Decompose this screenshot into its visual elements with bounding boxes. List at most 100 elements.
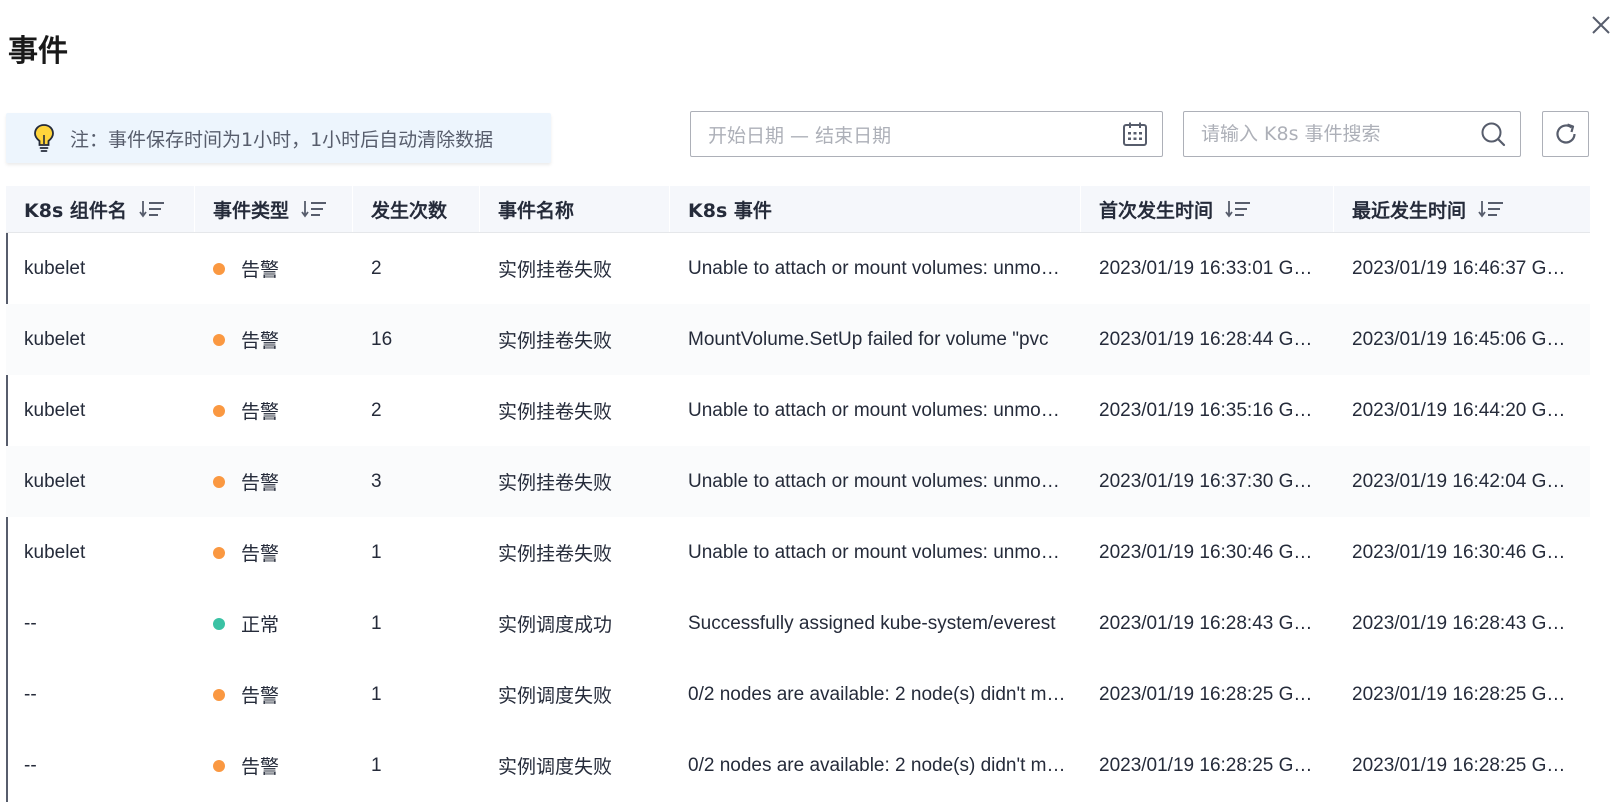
component-text: --	[24, 612, 37, 634]
component-text: kubelet	[24, 399, 86, 421]
search-icon[interactable]	[1480, 121, 1506, 147]
dialog-title: 事件	[8, 34, 68, 69]
last-time-text: 2023/01/19 16:46:37 GMT+08:00	[1352, 257, 1570, 279]
type-text: 告警	[241, 472, 280, 494]
last-time-text: 2023/01/19 16:42:04 GMT+08:00	[1352, 470, 1570, 492]
type-text: 正常	[241, 614, 280, 636]
sort-icon[interactable]	[301, 199, 327, 219]
component-text: --	[24, 683, 37, 705]
last-time-cell: 2023/01/19 16:28:43 GMT+08:00	[1334, 588, 1590, 659]
close-button[interactable]	[1584, 8, 1617, 42]
column-header-label: K8s 组件名	[24, 199, 127, 222]
first-time-text: 2023/01/19 16:30:46 GMT+08:00	[1099, 541, 1313, 563]
type-cell: 告警	[195, 304, 353, 375]
first-time-text: 2023/01/19 16:33:01 GMT+08:00	[1099, 257, 1313, 279]
notice-text: 注：事件保存时间为1小时，1小时后自动清除数据	[70, 128, 494, 151]
sort-icon[interactable]	[1225, 199, 1251, 219]
first-time-text: 2023/01/19 16:28:25 GMT+08:00	[1099, 683, 1313, 705]
event-name-text: 实例调度失败	[498, 756, 613, 778]
type-cell: 告警	[195, 730, 353, 801]
event-name-text: 实例挂卷失败	[498, 472, 613, 494]
count-text: 16	[371, 328, 393, 350]
component-cell: --	[6, 588, 195, 659]
event-name-text: 实例挂卷失败	[498, 401, 613, 423]
k8s-event-cell: 0/2 nodes are available: 2 node(s) didn'…	[670, 659, 1081, 730]
k8s-event-cell: MountVolume.SetUp failed for volume "pvc	[670, 304, 1081, 375]
event-name-cell: 实例挂卷失败	[480, 233, 670, 304]
event-name-cell: 实例调度失败	[480, 659, 670, 730]
component-cell: kubelet	[6, 233, 195, 304]
component-cell: kubelet	[6, 375, 195, 446]
event-name-cell: 实例挂卷失败	[480, 375, 670, 446]
count-cell: 3	[353, 446, 480, 517]
status-dot	[213, 333, 225, 346]
event-name-text: 实例调度成功	[498, 614, 613, 636]
retention-notice: 注：事件保存时间为1小时，1小时后自动清除数据	[6, 113, 551, 163]
count-cell: 1	[353, 659, 480, 730]
component-text: kubelet	[24, 257, 86, 279]
table-row: kubelet 告警 2 实例挂卷失败 Unable to attach or moun…	[6, 233, 1590, 304]
last-time-cell: 2023/01/19 16:45:06 GMT+08:00	[1334, 304, 1590, 375]
calendar-icon	[1123, 122, 1147, 146]
event-name-cell: 实例调度成功	[480, 588, 670, 659]
component-cell: --	[6, 659, 195, 730]
last-time-text: 2023/01/19 16:45:06 GMT+08:00	[1352, 328, 1570, 350]
first-time-text: 2023/01/19 16:35:16 GMT+08:00	[1099, 399, 1313, 421]
first-time-cell: 2023/01/19 16:28:25 GMT+08:00	[1081, 730, 1334, 801]
table-row: kubelet 告警 2 实例挂卷失败 Unable to attach or moun…	[6, 375, 1590, 446]
component-text: kubelet	[24, 470, 86, 492]
type-text: 告警	[241, 401, 280, 423]
k8s-event-cell: Unable to attach or mount volumes: unmou…	[670, 517, 1081, 588]
date-range-picker[interactable]: 开始日期 — 结束日期	[690, 111, 1163, 157]
table-row: -- 正常 1 实例调度成功 Successfully assigned kube-sy…	[6, 588, 1590, 659]
last-time-text: 2023/01/19 16:30:46 GMT+08:00	[1352, 541, 1570, 563]
status-dot	[213, 688, 225, 701]
event-search-box[interactable]	[1183, 111, 1521, 157]
k8s-event-cell: Successfully assigned kube-system/everes…	[670, 588, 1081, 659]
first-time-text: 2023/01/19 16:28:25 GMT+08:00	[1099, 754, 1313, 776]
table-row: -- 告警 1 实例调度失败 0/2 nodes are available: 2 no…	[6, 659, 1590, 730]
count-cell: 2	[353, 233, 480, 304]
status-dot	[213, 759, 225, 772]
close-icon	[1592, 16, 1610, 34]
refresh-icon	[1555, 123, 1576, 144]
k8s-event-text: Unable to attach or mount volumes: unmou…	[688, 470, 1066, 492]
k8s-event-cell: Unable to attach or mount volumes: unmou…	[670, 375, 1081, 446]
event-name-text: 实例挂卷失败	[498, 543, 613, 565]
first-time-cell: 2023/01/19 16:33:01 GMT+08:00	[1081, 233, 1334, 304]
count-text: 2	[371, 399, 382, 421]
table-body: kubelet 告警 2 实例挂卷失败 Unable to attach or moun…	[6, 233, 1590, 801]
table-header: K8s 组件名 事件类型 发生次数 事件名称 K8s 事件 首次发生时间 最近发…	[6, 186, 1590, 233]
table-row: kubelet 告警 16 实例挂卷失败 MountVolume.SetUp faile…	[6, 304, 1590, 375]
refresh-button[interactable]	[1542, 111, 1589, 157]
column-header-label: 发生次数	[371, 199, 448, 222]
column-header-label: 最近发生时间	[1352, 199, 1467, 222]
component-text: kubelet	[24, 328, 86, 350]
k8s-event-cell: Unable to attach or mount volumes: unmou…	[670, 446, 1081, 517]
type-cell: 正常	[195, 588, 353, 659]
status-dot	[213, 617, 225, 630]
first-time-cell: 2023/01/19 16:28:25 GMT+08:00	[1081, 659, 1334, 730]
status-dot	[213, 262, 225, 275]
component-text: --	[24, 754, 37, 776]
type-text: 告警	[241, 330, 280, 352]
sort-icon[interactable]	[139, 199, 165, 219]
column-header-count: 发生次数	[353, 186, 480, 232]
count-cell: 16	[353, 304, 480, 375]
k8s-event-text: Unable to attach or mount volumes: unmou…	[688, 541, 1066, 563]
k8s-event-text: Unable to attach or mount volumes: unmou…	[688, 399, 1066, 421]
column-header-label: 事件类型	[213, 199, 290, 222]
event-name-cell: 实例挂卷失败	[480, 446, 670, 517]
k8s-event-text: MountVolume.SetUp failed for volume "pvc	[688, 328, 1049, 350]
first-time-cell: 2023/01/19 16:37:30 GMT+08:00	[1081, 446, 1334, 517]
count-text: 3	[371, 470, 382, 492]
search-input[interactable]	[1201, 123, 1480, 145]
status-dot	[213, 404, 225, 417]
type-text: 告警	[241, 543, 280, 565]
event-name-text: 实例挂卷失败	[498, 259, 613, 281]
type-cell: 告警	[195, 659, 353, 730]
sort-icon[interactable]	[1478, 199, 1504, 219]
type-cell: 告警	[195, 233, 353, 304]
column-header-component: K8s 组件名	[6, 186, 195, 232]
column-header-label: 事件名称	[498, 199, 575, 222]
